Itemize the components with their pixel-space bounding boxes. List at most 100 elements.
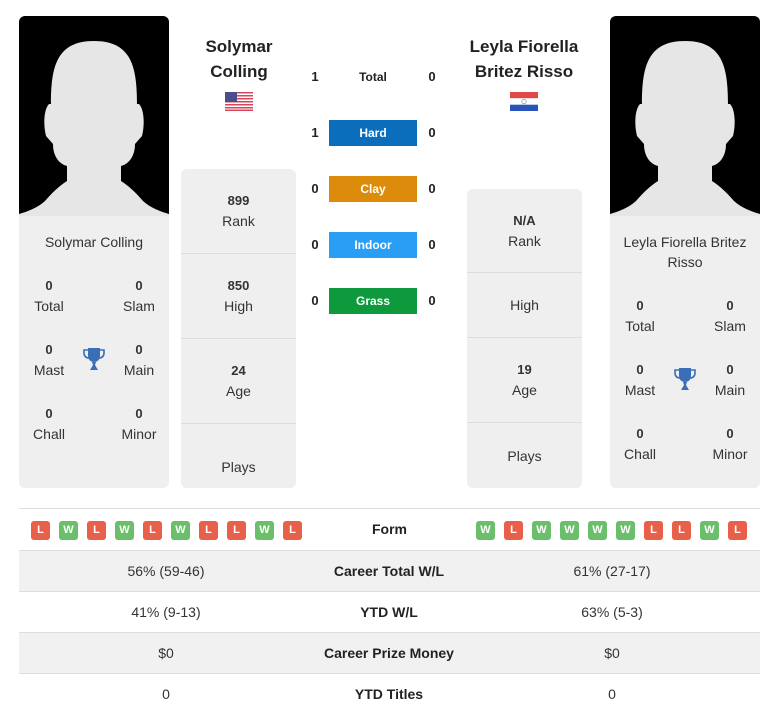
player2-titles-total: 0 Total	[610, 296, 670, 336]
value: 0	[135, 278, 143, 293]
player2-titles-mast: 0 Mast	[610, 360, 670, 400]
label: Chall	[624, 446, 656, 462]
label: High	[224, 298, 253, 314]
player1-rank: 899 Rank	[181, 169, 296, 254]
label: Main	[714, 382, 746, 398]
form-badge-loss: L	[644, 521, 663, 540]
name-line: Colling	[210, 62, 268, 81]
form-badge-loss: L	[87, 521, 106, 540]
player2-info-card: N/A Rank High 19 Age Plays	[467, 189, 582, 488]
name-line: Leyla Fiorella	[469, 37, 579, 56]
h2h-player1-count: 1	[311, 69, 319, 84]
label: Rank	[508, 232, 541, 249]
surface-label-clay[interactable]: Clay	[329, 176, 417, 202]
stat-label: YTD W/L	[360, 604, 418, 620]
form-badge-win: W	[171, 521, 190, 540]
player1-titles-slam: 0 Slam	[109, 276, 169, 316]
value: 0	[726, 298, 734, 313]
player2-photo	[610, 16, 760, 216]
value: 19	[517, 362, 532, 377]
label: Minor	[121, 426, 157, 442]
player1-high: 850 High	[181, 254, 296, 339]
label: Plays	[507, 447, 542, 464]
h2h-player2-count: 0	[428, 125, 436, 140]
player2-titles-minor: 0 Minor	[700, 424, 760, 464]
player2-name-heading[interactable]: Leyla Fiorella Britez Risso	[449, 34, 599, 84]
player1-stat-value: 41% (9-13)	[131, 604, 201, 620]
flag-usa-icon	[225, 92, 253, 111]
value: 899	[227, 193, 250, 208]
label: Age	[226, 383, 251, 399]
stat-label: Career Total W/L	[333, 563, 445, 579]
player1-titles-minor: 0 Minor	[109, 404, 169, 444]
player2-titles-main: 0 Main	[700, 360, 760, 400]
h2h-player1-count: 0	[311, 237, 319, 252]
player1-titles-chall: 0 Chall	[19, 404, 79, 444]
form-badge-loss: L	[31, 521, 50, 540]
label: Rank	[222, 213, 255, 229]
label: Mast	[624, 382, 656, 398]
form-badge-win: W	[476, 521, 495, 540]
h2h-player2-count: 0	[428, 181, 436, 196]
label: High	[510, 297, 539, 313]
value: N/A	[513, 212, 536, 228]
label: Age	[512, 382, 537, 398]
player2-card-name: Leyla Fiorella Britez Risso	[623, 234, 747, 270]
player2-rank: N/A Rank	[467, 189, 582, 273]
value: 0	[636, 426, 644, 441]
h2h-row-grass: 0 Grass 0	[300, 288, 450, 314]
player2-high: High	[467, 273, 582, 338]
label: Chall	[33, 426, 65, 442]
player1-stat-value: 0	[162, 686, 170, 702]
stat-row: $0 Career Prize Money $0	[19, 632, 760, 673]
form-badge-loss: L	[199, 521, 218, 540]
surface-label-grass[interactable]: Grass	[329, 288, 417, 314]
player1-card: Solymar Colling 0 Total 0 Slam 0 Mast 0 Main…	[19, 16, 169, 488]
h2h-player2-count: 0	[428, 293, 436, 308]
player2-card: Leyla Fiorella Britez Risso 0 Total 0 Slam…	[610, 16, 760, 488]
form-badge-win: W	[560, 521, 579, 540]
player1-stat-value: 56% (59-46)	[127, 563, 205, 579]
player1-titles-total: 0 Total	[19, 276, 79, 316]
player2-stat-value: 63% (5-3)	[581, 604, 643, 620]
player1-card-name: Solymar Colling	[44, 234, 144, 250]
player1-photo	[19, 16, 169, 216]
h2h-player2-count: 0	[428, 237, 436, 252]
surface-label-indoor[interactable]: Indoor	[329, 232, 417, 258]
label: Slam	[123, 298, 155, 314]
player2-stat-value: 61% (27-17)	[573, 563, 651, 579]
player2-stat-value: $0	[604, 645, 620, 661]
name-line: Solymar	[205, 37, 273, 56]
value: 0	[45, 406, 53, 421]
player1-stat-value: $0	[158, 645, 174, 661]
stat-row: 0 YTD Titles 0	[19, 673, 760, 714]
value: 850	[227, 278, 250, 293]
h2h-row-hard: 1 Hard 0	[300, 120, 450, 146]
form-badge-win: W	[700, 521, 719, 540]
player2-titles-chall: 0 Chall	[610, 424, 670, 464]
label: Minor	[712, 446, 748, 462]
stat-row: 56% (59-46) Career Total W/L 61% (27-17)	[19, 550, 760, 591]
form-label: Form	[372, 521, 407, 537]
h2h-row-indoor: 0 Indoor 0	[300, 232, 450, 258]
player1-titles-main: 0 Main	[109, 340, 169, 380]
form-badge-win: W	[59, 521, 78, 540]
h2h-player1-count: 0	[311, 293, 319, 308]
label: Main	[123, 362, 155, 378]
surface-label-hard[interactable]: Hard	[329, 120, 417, 146]
form-badge-win: W	[115, 521, 134, 540]
value: 0	[135, 406, 143, 421]
player1-name-heading[interactable]: Solymar Colling	[164, 34, 314, 84]
label: Plays	[221, 458, 256, 475]
player1-titles-mast: 0 Mast	[19, 340, 79, 380]
label: Mast	[33, 362, 65, 378]
value: 0	[726, 362, 734, 377]
player2-stat-value: 0	[608, 686, 616, 702]
player2-plays: Plays	[467, 423, 582, 488]
form-badge-loss: L	[143, 521, 162, 540]
label: Total	[34, 298, 64, 314]
trophy-icon	[674, 368, 696, 390]
value: 0	[636, 362, 644, 377]
form-badge-loss: L	[672, 521, 691, 540]
form-badge-win: W	[532, 521, 551, 540]
